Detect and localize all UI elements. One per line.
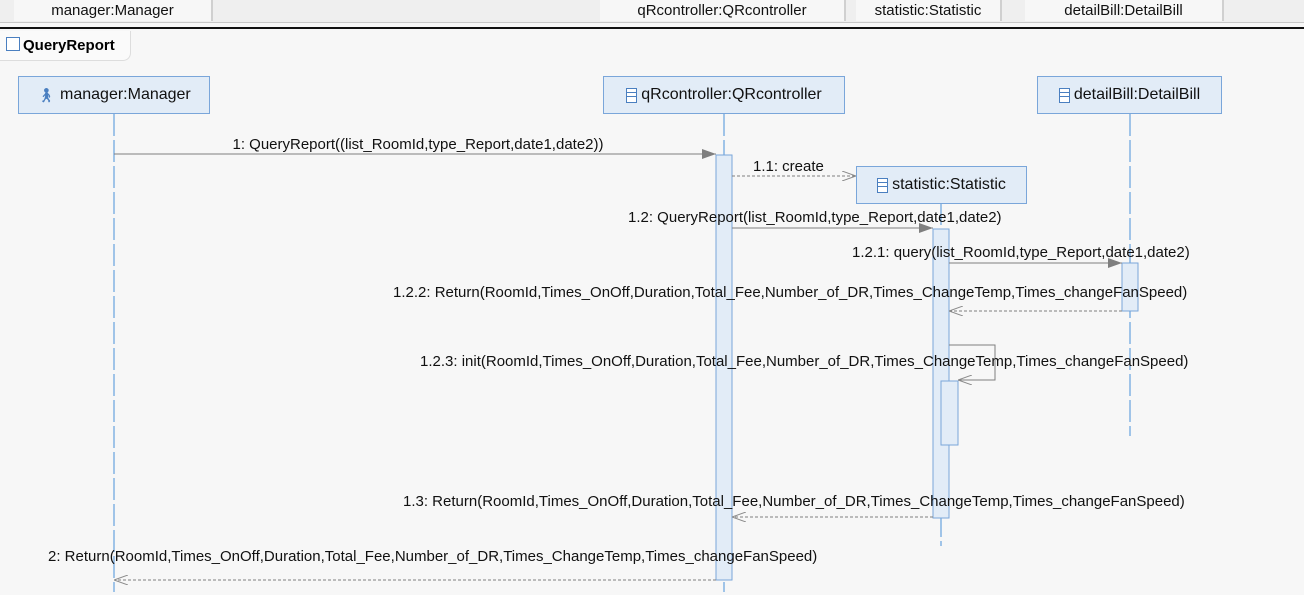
class-icon [626, 87, 638, 103]
class-icon [877, 177, 889, 193]
lifeline-name: manager:Manager [60, 86, 191, 103]
lifeline-head-qrcontroller[interactable]: qRcontroller:QRcontroller [603, 76, 845, 114]
actor-icon: 🚶︎ [37, 86, 56, 103]
message-label-1[interactable]: 1: QueryReport((list_RoomId,type_Report,… [232, 136, 603, 153]
activation-statistic-init [940, 380, 959, 446]
message-label-1-2[interactable]: 1.2: QueryReport(list_RoomId,type_Report… [628, 209, 1002, 226]
class-icon [1058, 87, 1070, 103]
message-label-2[interactable]: 2: Return(RoomId,Times_OnOff,Duration,To… [48, 548, 817, 565]
lifeline-name: detailBill:DetailBill [1073, 86, 1201, 103]
lifeline-name: statistic:Statistic [892, 176, 1006, 193]
lifeline-head-statistic[interactable]: statistic:Statistic [856, 166, 1027, 204]
message-label-1-2-2[interactable]: 1.2.2: Return(RoomId,Times_OnOff,Duratio… [393, 284, 1187, 301]
message-label-1-2-3[interactable]: 1.2.3: init(RoomId,Times_OnOff,Duration,… [420, 353, 1188, 370]
message-label-1-1[interactable]: 1.1: create [753, 158, 824, 175]
message-label-1-2-1[interactable]: 1.2.1: query(list_RoomId,type_Report,dat… [852, 244, 1190, 261]
message-label-1-3[interactable]: 1.3: Return(RoomId,Times_OnOff,Duration,… [403, 493, 1185, 510]
activation-statistic [932, 228, 950, 519]
lifeline-head-detailbill[interactable]: detailBill:DetailBill [1037, 76, 1222, 114]
lifeline-name: qRcontroller:QRcontroller [641, 86, 822, 103]
lifeline-head-manager[interactable]: 🚶︎ manager:Manager [18, 76, 210, 114]
